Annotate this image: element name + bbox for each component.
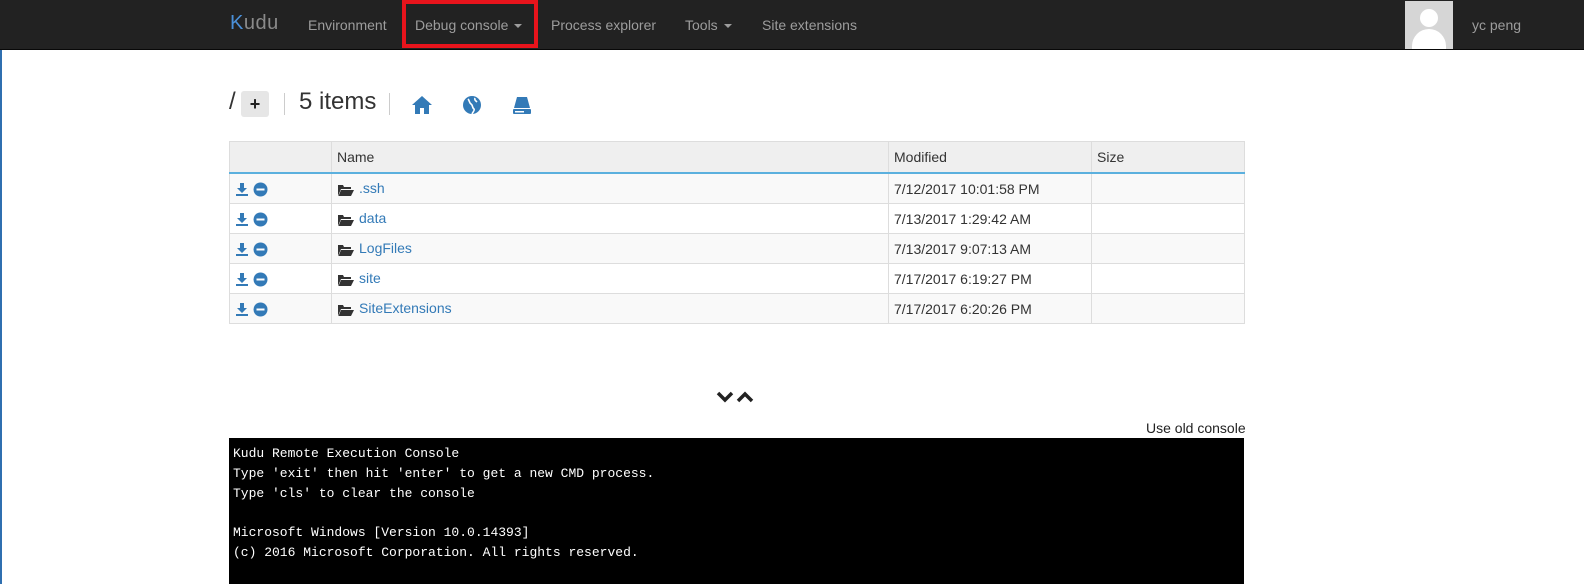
delete-icon[interactable] [253,242,268,257]
download-icon[interactable] [235,242,249,257]
download-icon[interactable] [235,272,249,287]
avatar[interactable] [1405,1,1453,49]
row-actions [229,293,332,324]
row-actions [229,263,332,294]
table-row: SiteExtensions 7/17/2017 6:20:26 PM [229,293,1245,324]
nav-environment-label: Environment [308,17,387,33]
divider [284,93,285,115]
name-cell: LogFiles [331,233,889,264]
console-line: Microsoft Windows [Version 10.0.14393] [233,525,530,541]
folder-link[interactable]: SiteExtensions [359,300,452,316]
download-icon[interactable] [235,212,249,227]
console-line: Type 'cls' to clear the console [233,485,475,501]
console-line: Kudu Remote Execution Console [233,446,460,461]
column-header-name[interactable]: Name [331,141,889,174]
add-item-button[interactable]: + [241,91,269,117]
resize-toggle-icon[interactable] [716,389,756,405]
modified-cell: 7/13/2017 9:07:13 AM [888,233,1092,264]
folder-open-icon [338,304,354,316]
table-header-row: Name Modified Size [229,141,1245,174]
globe-icon[interactable] [461,94,483,116]
size-cell [1091,293,1245,324]
breadcrumb-root[interactable]: / [229,88,236,116]
modified-cell: 7/17/2017 6:20:26 PM [888,293,1092,324]
kudu-logo[interactable]: Kudu [230,12,279,35]
folder-link[interactable]: site [359,270,381,286]
column-header-size[interactable]: Size [1091,141,1245,174]
table-row: data 7/13/2017 1:29:42 AM [229,203,1245,234]
chevron-down-icon [723,24,732,29]
size-cell [1091,203,1245,234]
avatar-head [1420,9,1438,27]
folder-link[interactable]: .ssh [359,180,385,196]
nav-site-extensions[interactable]: Site extensions [762,0,857,50]
highlight-box [402,0,538,48]
size-cell [1091,263,1245,294]
folder-link[interactable]: data [359,210,386,226]
name-cell: SiteExtensions [331,293,889,324]
brand-text: udu [243,12,279,34]
folder-open-icon [338,244,354,256]
size-cell [1091,233,1245,264]
folder-open-icon [338,214,354,226]
name-cell: site [331,263,889,294]
delete-icon[interactable] [253,182,268,197]
delete-icon[interactable] [253,302,268,317]
download-icon[interactable] [235,182,249,197]
column-header-actions [229,141,332,174]
modified-cell: 7/17/2017 6:19:27 PM [888,263,1092,294]
use-old-console-link[interactable]: Use old console [1146,420,1246,436]
download-icon[interactable] [235,302,249,317]
nav-tools-label: Tools [685,17,718,33]
console-output[interactable]: Kudu Remote Execution Console Type 'exit… [229,438,1244,584]
avatar-body [1412,29,1446,49]
nav-site-extensions-label: Site extensions [762,17,857,33]
column-header-modified[interactable]: Modified [888,141,1092,174]
drive-icon[interactable] [511,94,533,116]
folder-open-icon [338,274,354,286]
name-cell: data [331,203,889,234]
console-line: Type 'exit' then hit 'enter' to get a ne… [233,465,655,481]
top-navbar: Kudu Environment Debug console Process e… [0,0,1584,50]
home-icon[interactable] [411,94,433,116]
row-actions [229,233,332,264]
divider [389,93,390,115]
table-row: site 7/17/2017 6:19:27 PM [229,263,1245,294]
folder-link[interactable]: LogFiles [359,240,412,256]
nav-environment[interactable]: Environment [308,0,387,50]
nav-tools[interactable]: Tools [685,0,732,50]
left-edge-line [0,50,2,584]
console-line: (c) 2016 Microsoft Corporation. All righ… [233,544,639,560]
items-count: 5 items [299,88,377,115]
size-cell [1091,172,1245,204]
modified-cell: 7/13/2017 1:29:42 AM [888,203,1092,234]
nav-process-explorer[interactable]: Process explorer [551,0,656,50]
delete-icon[interactable] [253,212,268,227]
name-cell: .ssh [331,172,889,204]
modified-cell: 7/12/2017 10:01:58 PM [888,172,1092,204]
brand-k: K [230,12,244,34]
row-actions [229,203,332,234]
folder-open-icon [338,184,354,196]
row-actions [229,172,332,204]
file-table: Name Modified Size .ssh 7/12/2017 10:01:… [229,141,1245,324]
nav-process-explorer-label: Process explorer [551,17,657,33]
table-row: LogFiles 7/13/2017 9:07:13 AM [229,233,1245,264]
table-row: .ssh 7/12/2017 10:01:58 PM [229,172,1245,204]
username[interactable]: yc peng [1472,0,1521,50]
delete-icon[interactable] [253,272,268,287]
